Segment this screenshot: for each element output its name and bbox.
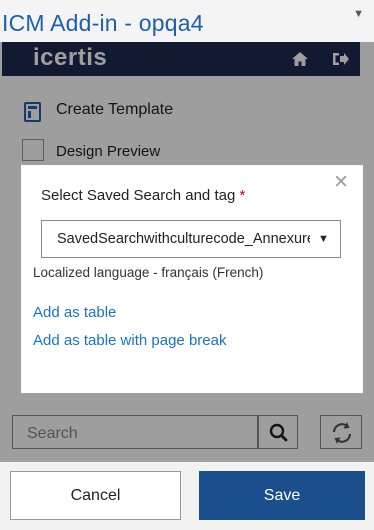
add-as-table-link[interactable]: Add as table — [33, 304, 116, 321]
footer-bar: Cancel Save — [0, 462, 374, 530]
chevron-down-icon[interactable]: ▼ — [353, 8, 364, 20]
required-mark: * — [239, 187, 246, 204]
window-title: ICM Add-in - opqa4 — [2, 10, 204, 36]
cancel-button[interactable]: Cancel — [10, 471, 181, 520]
add-as-table-page-break-link[interactable]: Add as table with page break — [33, 332, 226, 349]
saved-search-label: Select Saved Search and tag * — [41, 187, 245, 204]
close-icon[interactable]: ✕ — [333, 171, 349, 194]
localized-language-text: Localized language - français (French) — [33, 265, 264, 280]
saved-search-selected: SavedSearchwithculturecode_Annexure — [57, 231, 315, 247]
dropdown-arrow[interactable]: ▼ — [310, 221, 340, 257]
saved-search-label-text: Select Saved Search and tag — [41, 187, 236, 204]
window-titlebar: ICM Add-in - opqa4 ▼ — [0, 0, 374, 42]
chevron-down-icon: ▼ — [318, 233, 329, 245]
saved-search-select[interactable]: SavedSearchwithculturecode_Annexure ▼ — [41, 220, 341, 258]
save-button[interactable]: Save — [199, 471, 365, 520]
saved-search-dialog: ✕ Select Saved Search and tag * SavedSea… — [21, 165, 363, 393]
